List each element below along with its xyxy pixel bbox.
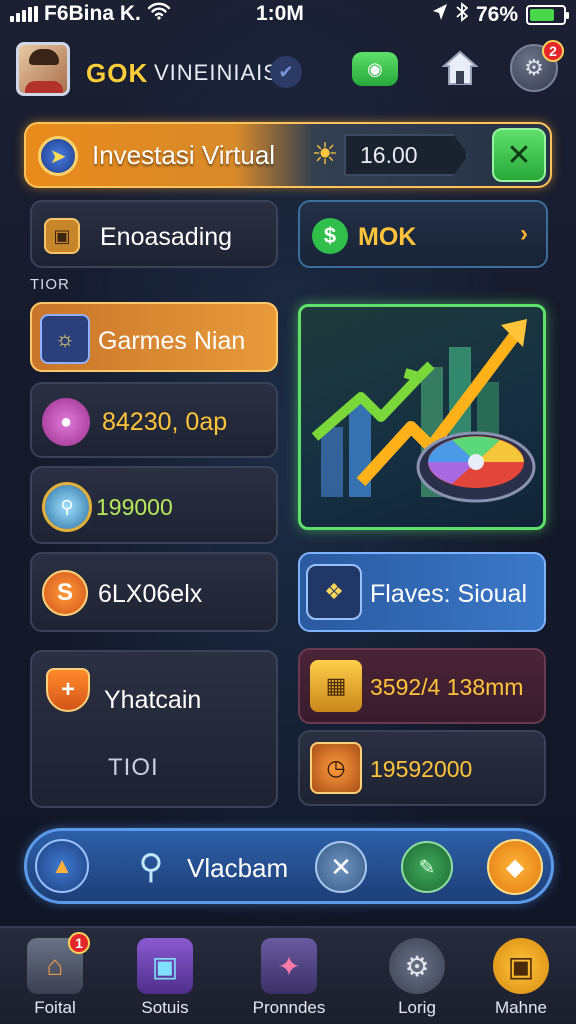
- magnifier-icon: ⚲: [42, 482, 92, 532]
- bottom-nav: ⌂ 1 Foital ▣ Sotuis ✦ Pronndes ⚙ Lorig ▣…: [0, 926, 576, 1024]
- avatar[interactable]: [16, 42, 70, 96]
- close-button[interactable]: ✕: [492, 128, 546, 182]
- game-icon: ☼: [40, 314, 90, 364]
- compass-icon: ➤: [38, 136, 78, 176]
- flaves-card[interactable]: ❖ Flaves: Sioual: [298, 552, 546, 632]
- mok-label: MOK: [358, 223, 417, 251]
- folder-button[interactable]: ▲: [35, 839, 89, 893]
- diamond-button[interactable]: ◆: [487, 839, 543, 895]
- folder-icon: ▲: [51, 853, 73, 878]
- profile-button[interactable]: ⚙ 2: [510, 40, 564, 92]
- nav-item-mahne[interactable]: ▣ Mahne: [466, 928, 576, 1024]
- games-card[interactable]: ☼ Garmes Nian: [30, 302, 278, 372]
- flaves-label: Flaves: Sioual: [370, 580, 528, 608]
- whatcain-label: Yhatcain: [104, 686, 202, 714]
- gallery-icon: ▣: [137, 938, 193, 994]
- gems-icon: ❖: [306, 564, 362, 620]
- profile-badge: 2: [542, 40, 564, 62]
- investasi-banner[interactable]: ➤ Investasi Virtual ☀ 16.00 ✕: [24, 122, 552, 188]
- stat-card-1[interactable]: ● 84230, 0ap: [30, 382, 278, 458]
- nav-label: Pronndes: [252, 998, 326, 1017]
- close-icon: ✕: [330, 851, 352, 882]
- tools-icon: ✦: [261, 938, 317, 994]
- bluetooth-icon: [456, 2, 469, 28]
- nav-label: Mahne: [495, 998, 547, 1017]
- chat-icon: ◉: [367, 58, 383, 79]
- home-icon: [441, 50, 479, 85]
- sun-icon: ☀: [311, 138, 339, 171]
- battery-icon: [526, 5, 569, 25]
- growth-chart-image[interactable]: [298, 304, 546, 530]
- item6-card[interactable]: S 6LX06elx: [30, 552, 278, 632]
- nav-label: Foital: [34, 998, 76, 1017]
- search-bar[interactable]: ▲ ⚲ Vlacbam ✕ ✎ ◆: [24, 828, 554, 904]
- brand-label: GOK: [86, 58, 149, 88]
- coin-icon: S: [42, 570, 88, 616]
- timer-icon: ◷: [310, 742, 362, 794]
- carrier-name: F6Bina K.: [44, 2, 141, 25]
- shop-icon: ▣: [493, 938, 549, 994]
- monster-icon: ●: [42, 398, 90, 446]
- stat-card-2[interactable]: ⚲ 199000: [30, 466, 278, 544]
- whatcain-card[interactable]: + Yhatcain TIOI: [30, 650, 278, 808]
- stat3-label: 3592/4 138mm: [370, 674, 524, 700]
- stat-card-4[interactable]: ◷ 19592000: [298, 730, 546, 806]
- wifi-icon: [147, 2, 171, 26]
- signal-bars-icon: [10, 6, 38, 22]
- dollar-icon: $: [312, 218, 348, 254]
- encoding-label: Enoasading: [100, 223, 233, 251]
- app-header: GOK VINEINIAISI ✔ ◉ ⚙ 2: [0, 36, 576, 108]
- whatcain-sub: TIOI: [108, 754, 159, 781]
- chip-icon: ▣: [44, 218, 80, 254]
- status-time: 1:0M: [256, 2, 304, 25]
- edit-icon: ✎: [418, 856, 436, 879]
- growth-illustration: [311, 319, 536, 503]
- nav-label: Lorig: [398, 998, 436, 1017]
- encoding-card[interactable]: ▣ Enoasading: [30, 200, 278, 268]
- stat-card-3[interactable]: ▦ 3592/4 138mm: [298, 648, 546, 724]
- cube-icon: ▦: [310, 660, 362, 712]
- battery-percent: 76%: [475, 3, 518, 26]
- profile-icon: ⚙: [524, 55, 544, 80]
- search-input[interactable]: Vlacbam: [187, 853, 288, 884]
- nav-item-pronndes[interactable]: ✦ Pronndes: [234, 928, 344, 1024]
- close-icon: ✕: [506, 138, 532, 172]
- nav-label: Sotuis: [141, 998, 189, 1017]
- shield-icon: +: [46, 668, 90, 712]
- item6-label: 6LX06elx: [98, 580, 203, 608]
- mok-card[interactable]: $ MOK ›: [298, 200, 548, 268]
- banner-value: 16.00: [344, 134, 468, 176]
- chevron-right-icon: ›: [520, 220, 528, 247]
- location-arrow-icon: [432, 3, 448, 27]
- edit-button[interactable]: ✎: [401, 841, 453, 893]
- stat1-label: 84230, 0ap: [102, 408, 228, 436]
- nav-item-foital[interactable]: ⌂ 1 Foital: [0, 928, 110, 1024]
- gear-icon: ⚙: [389, 938, 445, 994]
- nav-badge: 1: [68, 932, 90, 954]
- clear-button[interactable]: ✕: [315, 841, 367, 893]
- search-icon[interactable]: ⚲: [127, 843, 175, 891]
- diamond-icon: ◆: [505, 853, 525, 881]
- nav-item-lorig[interactable]: ⚙ Lorig: [362, 928, 472, 1024]
- home-button[interactable]: [438, 46, 482, 92]
- section-label: TIOR: [30, 276, 70, 293]
- nav-item-sotuis[interactable]: ▣ Sotuis: [110, 928, 220, 1024]
- verify-icon[interactable]: ✔: [270, 56, 302, 88]
- stat2-label: 199000: [96, 494, 173, 520]
- banner-title: Investasi Virtual: [92, 140, 276, 170]
- chat-button[interactable]: ◉: [352, 52, 398, 86]
- stat4-label: 19592000: [370, 756, 473, 782]
- games-label: Garmes Nian: [98, 327, 246, 355]
- username: VINEINIAISI: [154, 60, 287, 85]
- status-bar: F6Bina K. 1:0M 76%: [0, 0, 576, 28]
